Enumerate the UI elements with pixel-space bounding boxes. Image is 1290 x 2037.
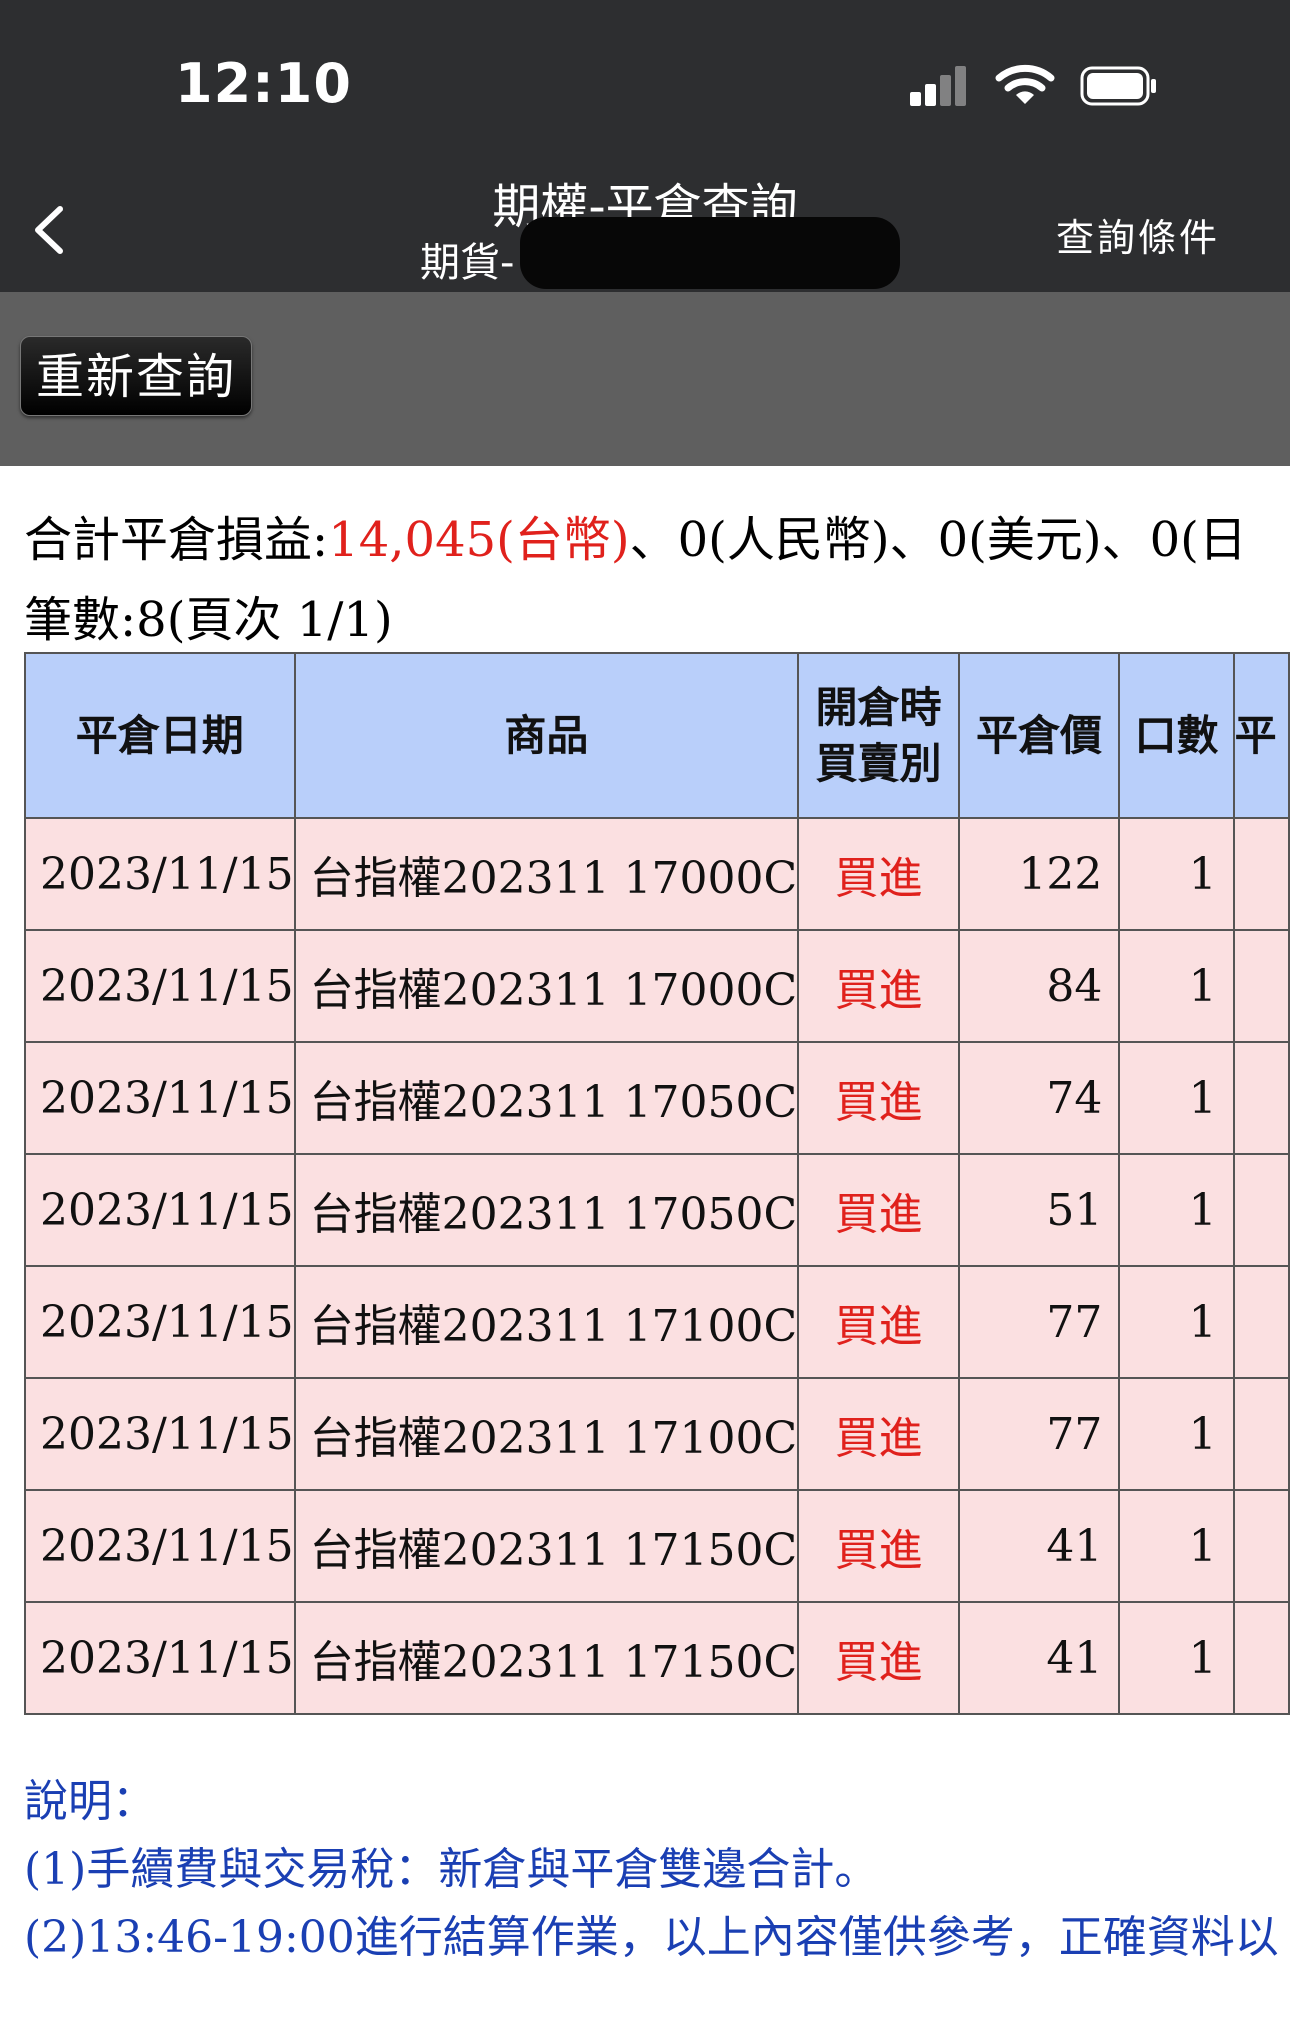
wifi-icon — [995, 62, 1055, 110]
cell-open-side: 買進 — [797, 817, 960, 931]
cell-open-side: 買進 — [797, 1153, 960, 1267]
cell-pnl — [1232, 1489, 1290, 1603]
cell-close-price: 77 — [957, 1265, 1121, 1379]
cell-close-date: 2023/11/15 — [24, 1041, 296, 1155]
table-row[interactable]: 2023/11/15 台指權202311 17050C 買進 74 1 — [24, 1041, 1290, 1155]
cell-quantity: 1 — [1118, 1489, 1235, 1603]
col-header-pnl: 平 — [1232, 652, 1290, 819]
cell-product: 台指權202311 17100C — [293, 1377, 800, 1491]
cell-pnl — [1232, 1601, 1290, 1715]
cell-close-date: 2023/11/15 — [24, 929, 296, 1043]
cell-quantity: 1 — [1118, 817, 1235, 931]
account-subtitle: 期貨- — [420, 240, 515, 286]
cell-close-date: 2023/11/15 — [24, 1489, 296, 1603]
table-row[interactable]: 2023/11/15 台指權202311 17000C 買進 84 1 — [24, 929, 1290, 1043]
table-row[interactable]: 2023/11/15 台指權202311 17100C 買進 77 1 — [24, 1377, 1290, 1491]
cell-pnl — [1232, 1041, 1290, 1155]
cell-close-price: 51 — [957, 1153, 1121, 1267]
cell-quantity: 1 — [1118, 1041, 1235, 1155]
cell-pnl — [1232, 1153, 1290, 1267]
pnl-other-currencies: 、0(人民幣)、0(美元)、0(日 — [629, 512, 1247, 568]
cell-product: 台指權202311 17000C — [293, 817, 800, 931]
cell-product: 台指權202311 17100C — [293, 1265, 800, 1379]
col-header-open-side: 開倉時 買賣別 — [797, 652, 960, 819]
cell-close-price: 122 — [957, 817, 1121, 931]
cell-quantity: 1 — [1118, 1601, 1235, 1715]
table-row[interactable]: 2023/11/15 台指權202311 17050C 買進 51 1 — [24, 1153, 1290, 1267]
nav-bar: 期權-平倉查詢 期貨- 查詢條件 — [0, 155, 1290, 292]
status-time: 12:10 — [175, 52, 352, 115]
cell-open-side: 買進 — [797, 1377, 960, 1491]
cell-close-date: 2023/11/15 — [24, 1377, 296, 1491]
cell-quantity: 1 — [1118, 1377, 1235, 1491]
cell-open-side: 買進 — [797, 1489, 960, 1603]
cell-quantity: 1 — [1118, 1153, 1235, 1267]
cell-close-price: 84 — [957, 929, 1121, 1043]
cell-product: 台指權202311 17050C — [293, 1153, 800, 1267]
cell-close-price: 74 — [957, 1041, 1121, 1155]
redaction-mark — [520, 217, 900, 289]
cell-pnl — [1232, 1265, 1290, 1379]
status-bar: 12:10 — [0, 0, 1290, 155]
pnl-twd-value: 14,045(台幣) — [328, 512, 630, 568]
cell-close-date: 2023/11/15 — [24, 1601, 296, 1715]
cell-quantity: 1 — [1118, 929, 1235, 1043]
record-count: 筆數:8(頁次 1/1) — [24, 592, 393, 648]
cell-quantity: 1 — [1118, 1265, 1235, 1379]
requery-button[interactable]: 重新查詢 — [20, 336, 252, 416]
query-conditions-button[interactable]: 查詢條件 — [1056, 207, 1220, 262]
cell-pnl — [1232, 1377, 1290, 1491]
cell-open-side: 買進 — [797, 929, 960, 1043]
cell-open-side: 買進 — [797, 1265, 960, 1379]
col-header-close-price: 平倉價 — [957, 652, 1121, 819]
toolbar: 重新查詢 — [0, 292, 1290, 466]
cell-pnl — [1232, 929, 1290, 1043]
cell-close-price: 41 — [957, 1489, 1121, 1603]
table-body: 2023/11/15 台指權202311 17000C 買進 122 1 2023/11/… — [24, 817, 1290, 1715]
table-row[interactable]: 2023/11/15 台指權202311 17000C 買進 122 1 — [24, 817, 1290, 931]
cell-product: 台指權202311 17150C — [293, 1489, 800, 1603]
cell-close-date: 2023/11/15 — [24, 1153, 296, 1267]
cell-product: 台指權202311 17000C — [293, 929, 800, 1043]
closing-positions-table: 平倉日期 商品 開倉時 買賣別 平倉價 口數平 2023/11/15 台指權202311 1… — [24, 652, 1290, 1715]
cell-product: 台指權202311 17050C — [293, 1041, 800, 1155]
col-header-quantity: 口數 — [1118, 652, 1235, 819]
col-header-close-date: 平倉日期 — [24, 652, 296, 819]
note-item: (1)手續費與交易稅：新倉與平倉雙邊合計。 — [24, 1844, 879, 1895]
notes-section: 說明： (1)手續費與交易稅：新倉與平倉雙邊合計。 (2)13:46-19:00… — [24, 1768, 1279, 1972]
table-header-row: 平倉日期 商品 開倉時 買賣別 平倉價 口數平 — [24, 652, 1290, 819]
cell-product: 台指權202311 17150C — [293, 1601, 800, 1715]
cell-open-side: 買進 — [797, 1601, 960, 1715]
notes-title: 說明： — [24, 1776, 156, 1827]
table-row[interactable]: 2023/11/15 台指權202311 17150C 買進 41 1 — [24, 1489, 1290, 1603]
cell-close-price: 41 — [957, 1601, 1121, 1715]
table-row[interactable]: 2023/11/15 台指權202311 17100C 買進 77 1 — [24, 1265, 1290, 1379]
note-item: (2)13:46-19:00進行結算作業，以上內容僅供參考，正確資料以 — [24, 1912, 1279, 1963]
cell-open-side: 買進 — [797, 1041, 960, 1155]
cell-close-price: 77 — [957, 1377, 1121, 1491]
table-row[interactable]: 2023/11/15 台指權202311 17150C 買進 41 1 — [24, 1601, 1290, 1715]
col-header-product: 商品 — [293, 652, 800, 819]
cell-pnl — [1232, 817, 1290, 931]
pnl-label: 合計平倉損益: — [24, 512, 329, 568]
cellular-signal-icon — [910, 66, 966, 106]
battery-icon — [1080, 66, 1160, 110]
cell-close-date: 2023/11/15 — [24, 1265, 296, 1379]
pnl-summary: 合計平倉損益:14,045(台幣)、0(人民幣)、0(美元)、0(日 — [24, 500, 1247, 570]
cell-close-date: 2023/11/15 — [24, 817, 296, 931]
